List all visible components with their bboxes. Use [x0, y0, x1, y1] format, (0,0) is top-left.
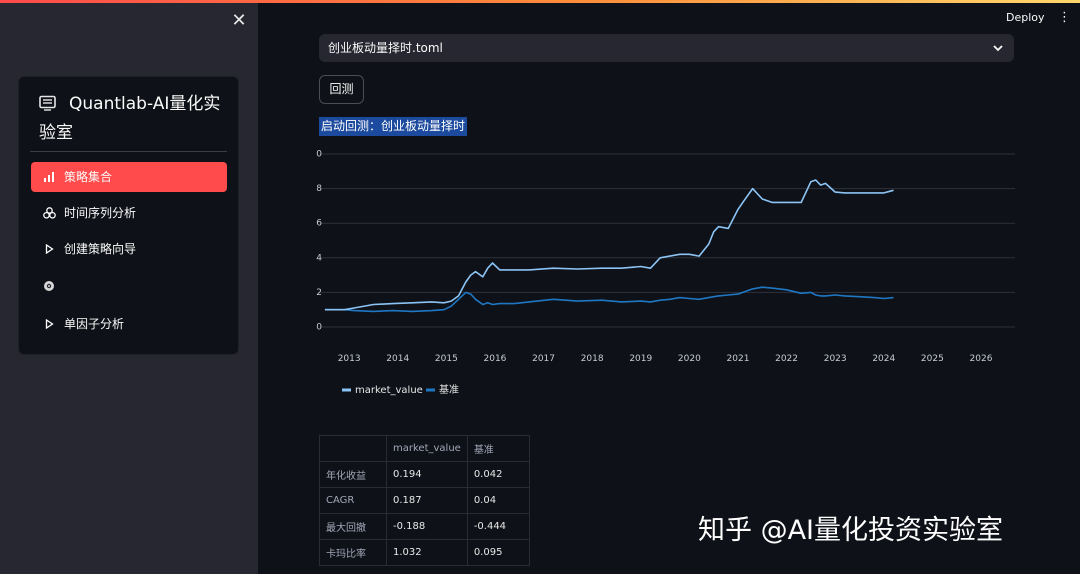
equity-chart: 0 2 4 6 8 0 2013 2014 2015 2016 2017 2018 2019 2020 20…: [316, 150, 1015, 396]
x-tick-label: 2018: [581, 354, 604, 364]
legend-label: 基准: [439, 383, 459, 396]
sidebar-item-single-factor[interactable]: 单因子分析: [31, 309, 227, 339]
play-triangle-icon: [42, 234, 56, 264]
more-menu-icon[interactable]: ⋮: [1058, 9, 1071, 27]
sidebar-item-label: 策略集合: [64, 170, 113, 184]
sidebar-item-unnamed[interactable]: [31, 271, 227, 301]
y-tick-label: 8: [316, 184, 322, 194]
x-tick-label: 2021: [727, 354, 750, 364]
table-cell: -0.444: [466, 513, 530, 540]
close-sidebar-icon[interactable]: ✕: [229, 11, 249, 31]
series-line-benchmark: [324, 286, 894, 313]
backtest-button[interactable]: 回测: [319, 75, 364, 104]
x-tick-label: 2016: [484, 354, 507, 364]
metrics-table: market_value 基准 年化收益 0.194 0.042 CAGR 0.…: [319, 435, 530, 566]
x-tick-label: 2017: [532, 354, 555, 364]
table-cell: 0.095: [466, 539, 530, 566]
x-tick-label: 2015: [435, 354, 458, 364]
chevron-down-icon: [993, 34, 1003, 62]
table-cell: 0.042: [466, 461, 530, 488]
status-message: 启动回测：创业板动量择时: [319, 117, 468, 136]
row-header: 最大回撤: [319, 513, 387, 540]
x-tick-label: 2013: [338, 354, 361, 364]
column-header[interactable]: market_value: [386, 435, 468, 462]
sidebar-item-strategies[interactable]: 策略集合: [31, 162, 227, 192]
y-tick-label: 4: [316, 253, 322, 263]
menu-divider: [30, 151, 227, 152]
sidebar-item-time-series[interactable]: 时间序列分析: [31, 198, 227, 228]
series-line-market-value: [324, 179, 894, 311]
sidebar-item-label: 创建策略向导: [64, 242, 137, 256]
deploy-button[interactable]: Deploy: [1006, 11, 1045, 24]
sidebar-item-strategy-wizard[interactable]: 创建策略向导: [31, 234, 227, 264]
row-header: 卡玛比率: [319, 539, 387, 566]
sidebar: ✕ Quantlab-AI量化实验室 策略集合 时间序列分析 创建策略向导 单因…: [0, 3, 258, 574]
strategy-select[interactable]: 创业板动量择时.toml: [319, 34, 1014, 62]
menu-title: Quantlab-AI量化实验室: [39, 91, 224, 147]
play-triangle-icon: [42, 309, 56, 339]
y-tick-label: 2: [316, 288, 322, 298]
sidebar-item-label: 单因子分析: [64, 317, 125, 331]
x-tick-label: 2025: [921, 354, 944, 364]
x-tick-label: 2023: [824, 354, 847, 364]
column-header[interactable]: [319, 435, 387, 462]
table-cell: 1.032: [386, 539, 468, 566]
row-header: 年化收益: [319, 461, 387, 488]
y-tick-label: 6: [316, 219, 322, 229]
table-row: 最大回撤 -0.188 -0.444: [319, 513, 530, 540]
strategy-select-value: 创业板动量择时.toml: [328, 41, 443, 55]
legend-label: market_value: [355, 385, 423, 396]
bar-chart-icon: [42, 162, 56, 192]
menu-title-text: Quantlab-AI量化实验室: [39, 94, 221, 143]
x-tick-label: 2020: [678, 354, 701, 364]
x-tick-label: 2014: [386, 354, 409, 364]
sidebar-item-label: 时间序列分析: [64, 206, 137, 220]
table-cell: 0.04: [466, 487, 530, 514]
column-header[interactable]: 基准: [466, 435, 530, 462]
gear-globe-icon: [42, 271, 56, 301]
table-cell: 0.187: [386, 487, 468, 514]
table-cell: 0.194: [386, 461, 468, 488]
x-tick-label: 2022: [775, 354, 798, 364]
option-menu: Quantlab-AI量化实验室 策略集合 时间序列分析 创建策略向导 单因子分…: [18, 76, 239, 355]
table-row: CAGR 0.187 0.04: [319, 487, 530, 514]
document-icon: [39, 93, 57, 120]
y-tick-label: 0: [316, 150, 322, 160]
table-row: 卡玛比率 1.032 0.095: [319, 539, 530, 566]
watermark-text: 知乎 @AI量化投资实验室: [698, 515, 1004, 546]
table-cell: -0.188: [386, 513, 468, 540]
x-tick-label: 2026: [970, 354, 993, 364]
row-header: CAGR: [319, 487, 387, 514]
x-tick-label: 2019: [629, 354, 652, 364]
table-row: 年化收益 0.194 0.042: [319, 461, 530, 488]
x-tick-label: 2024: [872, 354, 895, 364]
y-tick-label: 0: [316, 323, 322, 333]
table-header-row: market_value 基准: [319, 435, 530, 462]
three-circles-icon: [42, 198, 56, 228]
